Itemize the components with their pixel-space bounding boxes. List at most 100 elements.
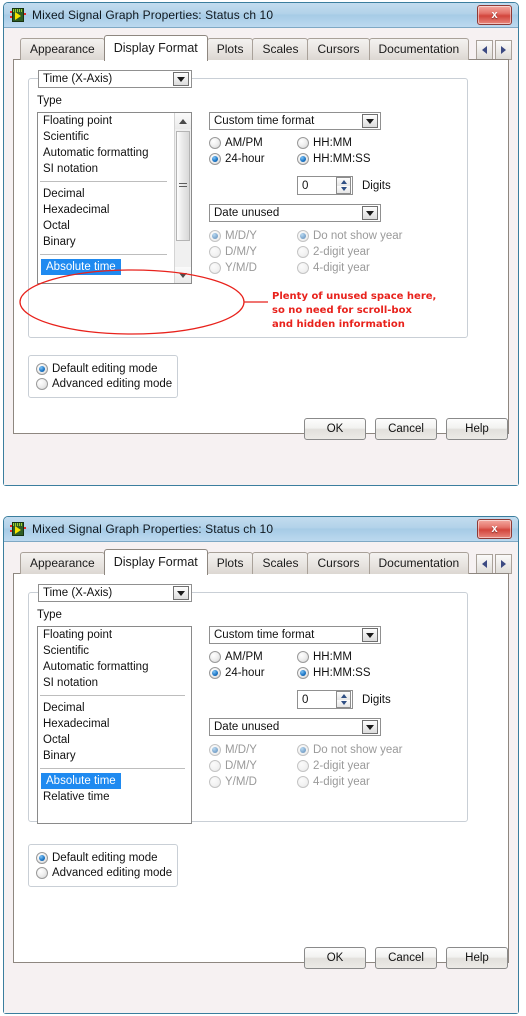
list-item[interactable]: Scientific	[38, 129, 173, 145]
tab-cursors[interactable]: Cursors	[307, 38, 370, 60]
close-button[interactable]: x	[477, 519, 512, 539]
radio-dmy[interactable]: D/M/Y	[209, 759, 297, 773]
list-separator	[40, 254, 167, 255]
date-format-selector[interactable]: Date unused	[209, 718, 381, 736]
radio-label: 24-hour	[225, 153, 265, 165]
radio-hhmmss[interactable]: HH:MM:SS	[297, 666, 371, 680]
window-title: Mixed Signal Graph Properties: Status ch…	[32, 8, 274, 22]
scrollbar-thumb[interactable]	[176, 131, 190, 241]
radio-2digit-year[interactable]: 2-digit year	[297, 245, 403, 259]
radio-4digit-year[interactable]: 4-digit year	[297, 775, 403, 789]
stepper-up-icon[interactable]	[337, 178, 350, 186]
help-button[interactable]: Help	[446, 947, 508, 969]
scroll-up-icon[interactable]	[175, 113, 191, 129]
radio-ampm[interactable]: AM/PM	[209, 136, 297, 150]
radio-hhmm[interactable]: HH:MM	[297, 650, 371, 664]
list-item[interactable]: Decimal	[38, 700, 191, 716]
list-item[interactable]: Scientific	[38, 643, 191, 659]
stepper-down-icon[interactable]	[337, 185, 350, 193]
radio-label: M/D/Y	[225, 744, 257, 756]
list-item[interactable]: Floating point	[38, 113, 173, 129]
radio-mdy[interactable]: M/D/Y	[209, 229, 297, 243]
list-item[interactable]: Binary	[38, 234, 173, 250]
digits-stepper[interactable]: 0	[297, 176, 353, 195]
radio-hhmmss[interactable]: HH:MM:SS	[297, 152, 371, 166]
list-item[interactable]: SI notation	[38, 161, 173, 177]
listbox-scrollbar[interactable]	[174, 113, 191, 283]
radio-dot	[209, 137, 221, 149]
radio-dot	[209, 667, 221, 679]
digits-stepper[interactable]: 0	[297, 690, 353, 709]
axis-selector[interactable]: Time (X-Axis)	[38, 70, 192, 88]
stepper-buttons[interactable]	[336, 691, 351, 708]
chevron-down-icon	[362, 206, 378, 220]
stepper-down-icon[interactable]	[337, 699, 350, 707]
type-listbox[interactable]: Floating point Scientific Automatic form…	[37, 112, 192, 284]
list-item[interactable]: Automatic formatting	[38, 145, 173, 161]
time-format-selector[interactable]: Custom time format	[209, 112, 381, 130]
radio-2digit-year[interactable]: 2-digit year	[297, 759, 403, 773]
list-item[interactable]: Hexadecimal	[38, 202, 173, 218]
radio-ampm[interactable]: AM/PM	[209, 650, 297, 664]
list-item-selected[interactable]: Absolute time	[41, 773, 121, 789]
tab-documentation[interactable]: Documentation	[368, 552, 470, 574]
radio-advanced-editing-mode[interactable]: Advanced editing mode	[36, 377, 172, 391]
radio-dmy[interactable]: D/M/Y	[209, 245, 297, 259]
list-item[interactable]: Relative time	[38, 789, 191, 805]
list-item[interactable]: Automatic formatting	[38, 659, 191, 675]
radio-default-editing-mode[interactable]: Default editing mode	[36, 362, 165, 376]
type-listbox[interactable]: Floating point Scientific Automatic form…	[37, 626, 192, 824]
list-item[interactable]: Octal	[38, 732, 191, 748]
tab-display-format[interactable]: Display Format	[103, 35, 208, 61]
radio-label: Advanced editing mode	[52, 378, 173, 390]
tab-plots[interactable]: Plots	[206, 38, 254, 60]
digits-value: 0	[302, 179, 309, 192]
radio-advanced-editing-mode[interactable]: Advanced editing mode	[36, 866, 172, 880]
tab-prev-button[interactable]	[476, 40, 494, 60]
tab-strip: Appearance Display Format Plots Scales C…	[13, 549, 513, 575]
time-format-selector[interactable]: Custom time format	[209, 626, 381, 644]
radio-no-year[interactable]: Do not show year	[297, 229, 403, 243]
stepper-buttons[interactable]	[336, 177, 351, 194]
stepper-up-icon[interactable]	[337, 692, 350, 700]
radio-ymd[interactable]: Y/M/D	[209, 261, 297, 275]
tab-prev-button[interactable]	[476, 554, 494, 574]
tab-next-button[interactable]	[495, 554, 513, 574]
axis-selector[interactable]: Time (X-Axis)	[38, 584, 192, 602]
radio-label: AM/PM	[225, 651, 263, 663]
tab-display-format[interactable]: Display Format	[103, 549, 208, 575]
tab-appearance[interactable]: Appearance	[20, 38, 105, 60]
list-item[interactable]: Octal	[38, 218, 173, 234]
list-item[interactable]: SI notation	[38, 675, 191, 691]
tab-appearance[interactable]: Appearance	[20, 552, 105, 574]
list-item[interactable]: Decimal	[38, 186, 173, 202]
radio-mdy[interactable]: M/D/Y	[209, 743, 297, 757]
tab-cursors[interactable]: Cursors	[307, 552, 370, 574]
list-item-selected[interactable]: Absolute time	[41, 259, 121, 275]
scroll-down-icon[interactable]	[175, 267, 191, 283]
close-button[interactable]: x	[477, 5, 512, 25]
cancel-button[interactable]: Cancel	[375, 947, 437, 969]
radio-4digit-year[interactable]: 4-digit year	[297, 261, 403, 275]
tab-scales[interactable]: Scales	[252, 552, 309, 574]
tab-documentation[interactable]: Documentation	[368, 38, 470, 60]
list-item[interactable]: Binary	[38, 748, 191, 764]
ok-button[interactable]: OK	[304, 947, 366, 969]
tab-plots[interactable]: Plots	[206, 552, 254, 574]
radio-default-editing-mode[interactable]: Default editing mode	[36, 851, 165, 865]
date-format-selector[interactable]: Date unused	[209, 204, 381, 222]
radio-dot	[209, 153, 221, 165]
list-item[interactable]: Hexadecimal	[38, 716, 191, 732]
tab-next-button[interactable]	[495, 40, 513, 60]
radio-hhmm[interactable]: HH:MM	[297, 136, 371, 150]
chevron-down-icon	[362, 720, 378, 734]
help-button[interactable]: Help	[446, 418, 508, 440]
list-item[interactable]: Floating point	[38, 627, 191, 643]
radio-24hour[interactable]: 24-hour	[209, 666, 297, 680]
ok-button[interactable]: OK	[304, 418, 366, 440]
radio-24hour[interactable]: 24-hour	[209, 152, 297, 166]
cancel-button[interactable]: Cancel	[375, 418, 437, 440]
radio-ymd[interactable]: Y/M/D	[209, 775, 297, 789]
tab-scales[interactable]: Scales	[252, 38, 309, 60]
radio-no-year[interactable]: Do not show year	[297, 743, 403, 757]
